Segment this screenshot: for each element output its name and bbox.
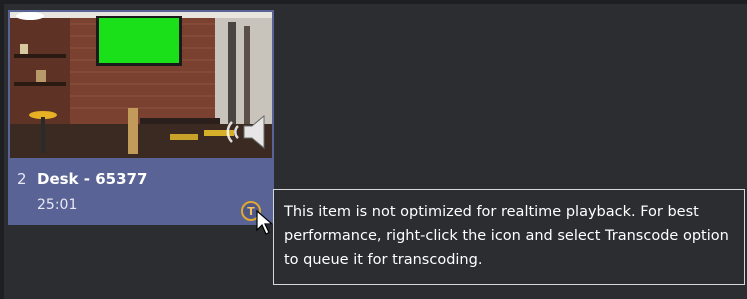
media-item-card[interactable]: 2 Desk - 65377 25:01 T bbox=[8, 10, 274, 225]
item-duration: 25:01 bbox=[37, 197, 78, 213]
tooltip-text: This item is not optimized for realtime … bbox=[284, 204, 729, 268]
audio-speaker-icon bbox=[226, 114, 265, 150]
transcode-tooltip: This item is not optimized for realtime … bbox=[273, 189, 745, 285]
window-frame-left bbox=[0, 0, 4, 299]
item-title: Desk - 65377 bbox=[37, 170, 148, 188]
item-index: 2 bbox=[17, 170, 27, 188]
media-thumbnail[interactable] bbox=[10, 12, 272, 158]
mouse-pointer-icon bbox=[256, 210, 274, 235]
window-frame-top bbox=[0, 0, 747, 4]
media-item-info: 2 Desk - 65377 25:01 T bbox=[8, 158, 274, 225]
